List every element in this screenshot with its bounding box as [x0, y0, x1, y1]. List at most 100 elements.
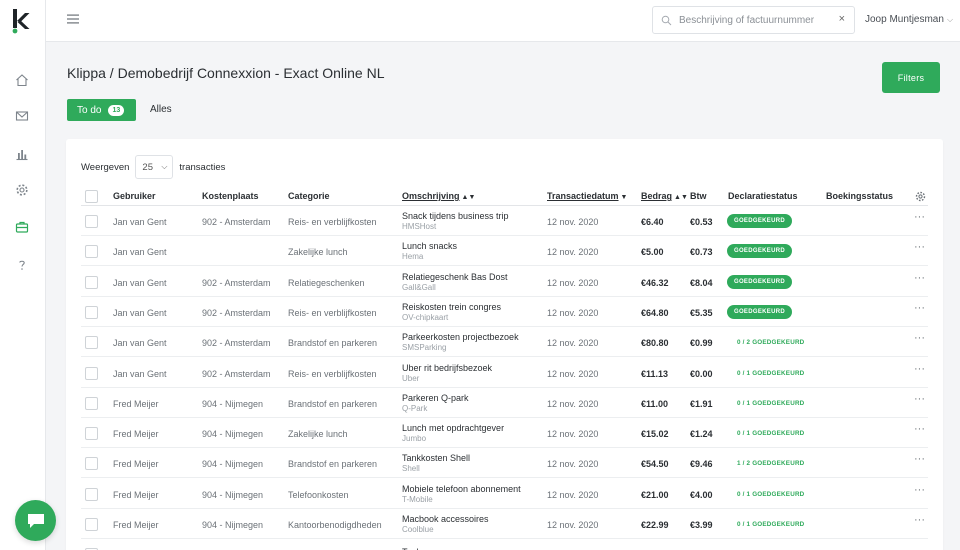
help-icon[interactable] [13, 256, 31, 274]
per-page-select[interactable]: 25 ⌵ [135, 155, 174, 179]
clear-search-icon[interactable]: × [839, 13, 845, 25]
select-all-checkbox[interactable] [85, 190, 98, 203]
cell-kostenplaats: 904 - Nijmegen [202, 459, 264, 470]
cell-gebruiker: Jan van Gent [113, 307, 167, 318]
status-progress-text: 0 / 1 GOEDGEKEURD [737, 399, 805, 407]
tab-todo[interactable]: To do 13 [67, 99, 136, 121]
row-more-icon[interactable]: ··· [914, 514, 925, 526]
column-header-omschrijving[interactable]: Omschrijving ▲▼ [402, 191, 475, 201]
chevron-down-icon: ⌵ [161, 162, 168, 171]
row-more-icon[interactable]: ··· [914, 393, 925, 405]
row-checkbox[interactable] [85, 275, 98, 289]
table-row[interactable]: Jan van Gent 902 - Amsterdam Reis- en verb… [81, 297, 928, 327]
cell-omschrijving: Mobiele telefoon abonnement [402, 483, 521, 494]
chart-icon[interactable] [13, 145, 31, 163]
table-row[interactable]: Jan van Gent 902 - Amsterdam Reis- en verb… [81, 206, 928, 236]
cell-categorie: Telefoonkosten [288, 489, 349, 500]
row-more-icon[interactable]: ··· [914, 453, 925, 465]
row-more-icon[interactable]: ··· [914, 211, 925, 223]
cell-categorie: Reis- en verblijfkosten [288, 217, 377, 227]
filters-button[interactable]: Filters [882, 62, 940, 93]
row-more-icon[interactable]: ··· [914, 363, 925, 375]
row-checkbox[interactable] [85, 245, 98, 259]
cell-vendor: Uber [402, 373, 420, 383]
column-header-boekingsstatus[interactable]: Boekingsstatus [826, 191, 893, 201]
per-page-prefix: Weergeven [81, 161, 130, 173]
column-header-gebruiker[interactable]: Gebruiker [113, 191, 156, 201]
klippa-logo[interactable] [11, 8, 33, 34]
cell-transactiedatum: 12 nov. 2020 [547, 277, 599, 288]
cell-btw: €3.99 [690, 520, 713, 530]
cell-kostenplaats: 902 - Amsterdam [202, 307, 271, 318]
row-checkbox[interactable] [85, 336, 98, 350]
row-more-icon[interactable]: ··· [914, 423, 925, 435]
table-row[interactable]: Fred Meijer 904 - Nijmegen Zakelijke lunch… [81, 418, 928, 449]
briefcase-icon[interactable] [13, 218, 31, 236]
cell-transactiedatum: 12 nov. 2020 [547, 247, 599, 258]
row-checkbox[interactable] [85, 396, 98, 410]
row-checkbox[interactable] [85, 487, 98, 501]
hamburger-menu-icon[interactable] [66, 13, 80, 25]
table-row[interactable]: Fred Meijer 904 - Nijmegen Brandstof en pa… [81, 448, 928, 479]
tab-alles[interactable]: Alles [150, 104, 172, 115]
table-row[interactable]: Tanken [81, 539, 928, 550]
user-menu[interactable]: Joop Muntjesman ⌵ [865, 14, 953, 25]
column-header-transactiedatum[interactable]: Transactiedatum ▼ [547, 191, 627, 201]
cell-vendor: Shell [402, 464, 420, 474]
cell-bedrag: €11.00 [641, 398, 669, 409]
cell-gebruiker: Jan van Gent [113, 247, 167, 258]
cell-categorie: Brandstof en parkeren [288, 338, 378, 349]
gear-icon[interactable] [13, 181, 31, 199]
table-row[interactable]: Jan van Gent 902 - Amsterdam Brandstof en … [81, 327, 928, 358]
status-badge: GOEDGEKEURD [727, 244, 792, 259]
column-settings-gear-icon[interactable] [915, 191, 926, 202]
cell-btw: €0.73 [690, 247, 713, 258]
cell-gebruiker: Jan van Gent [113, 217, 167, 227]
home-icon[interactable] [13, 71, 31, 89]
cell-omschrijving: Parkeerkosten projectbezoek [402, 332, 519, 343]
cell-transactiedatum: 12 nov. 2020 [547, 368, 599, 379]
column-header-declaratiestatus[interactable]: Declaratiestatus [728, 191, 798, 201]
row-checkbox[interactable] [85, 366, 98, 380]
table-row[interactable]: Fred Meijer 904 - Nijmegen Telefoonkosten M… [81, 479, 928, 509]
row-checkbox[interactable] [85, 215, 98, 228]
table-row[interactable]: Jan van Gent 902 - Amsterdam Relatiegesche… [81, 267, 928, 297]
row-more-icon[interactable]: ··· [914, 332, 925, 344]
cell-transactiedatum: 12 nov. 2020 [547, 520, 599, 530]
cell-gebruiker: Fred Meijer [113, 429, 159, 440]
search-input[interactable] [679, 7, 829, 33]
cell-categorie: Reis- en verblijfkosten [288, 368, 377, 379]
cell-vendor: Coolblue [402, 525, 434, 534]
column-header-btw[interactable]: Btw [690, 191, 707, 201]
row-more-icon[interactable]: ··· [914, 272, 925, 284]
table-row[interactable]: Jan van Gent Zakelijke lunch Lunch snacks H… [81, 236, 928, 267]
table-row[interactable]: Jan van Gent 902 - Amsterdam Reis- en verb… [81, 358, 928, 388]
cell-vendor: Q-Park [402, 403, 428, 413]
status-badge: GOEDGEKEURD [727, 304, 792, 319]
mail-icon[interactable] [13, 107, 31, 125]
row-checkbox[interactable] [85, 305, 98, 319]
row-more-icon[interactable]: ··· [914, 241, 925, 253]
column-header-kostenplaats[interactable]: Kostenplaats [202, 191, 259, 201]
cell-omschrijving: Relatiegeschenk Bas Dost [402, 271, 508, 282]
cell-kostenplaats: 902 - Amsterdam [202, 217, 271, 227]
row-more-icon[interactable]: ··· [914, 484, 925, 496]
cell-vendor: OV-chipkaart [402, 312, 449, 322]
row-checkbox[interactable] [85, 518, 98, 531]
row-more-icon[interactable]: ··· [914, 302, 925, 314]
column-header-categorie[interactable]: Categorie [288, 191, 330, 201]
table-row[interactable]: Fred Meijer 904 - Nijmegen Brandstof en pa… [81, 388, 928, 418]
cell-categorie: Zakelijke lunch [288, 429, 348, 440]
row-checkbox[interactable] [85, 427, 98, 441]
cell-bedrag: €54.50 [641, 459, 669, 470]
cell-transactiedatum: 12 nov. 2020 [547, 489, 599, 500]
user-name: Joop Muntjesman [865, 14, 944, 25]
table-row[interactable]: Fred Meijer 904 - Nijmegen Kantoorbenodigd… [81, 509, 928, 539]
cell-btw: €5.35 [690, 307, 713, 318]
cell-transactiedatum: 12 nov. 2020 [547, 429, 599, 440]
status-progress-text: 0 / 1 GOEDGEKEURD [737, 490, 805, 498]
row-checkbox[interactable] [85, 457, 98, 471]
column-header-bedrag[interactable]: Bedrag ▲▼ [641, 191, 688, 201]
cell-bedrag: €15.02 [641, 429, 669, 440]
chat-support-button[interactable] [15, 500, 56, 541]
